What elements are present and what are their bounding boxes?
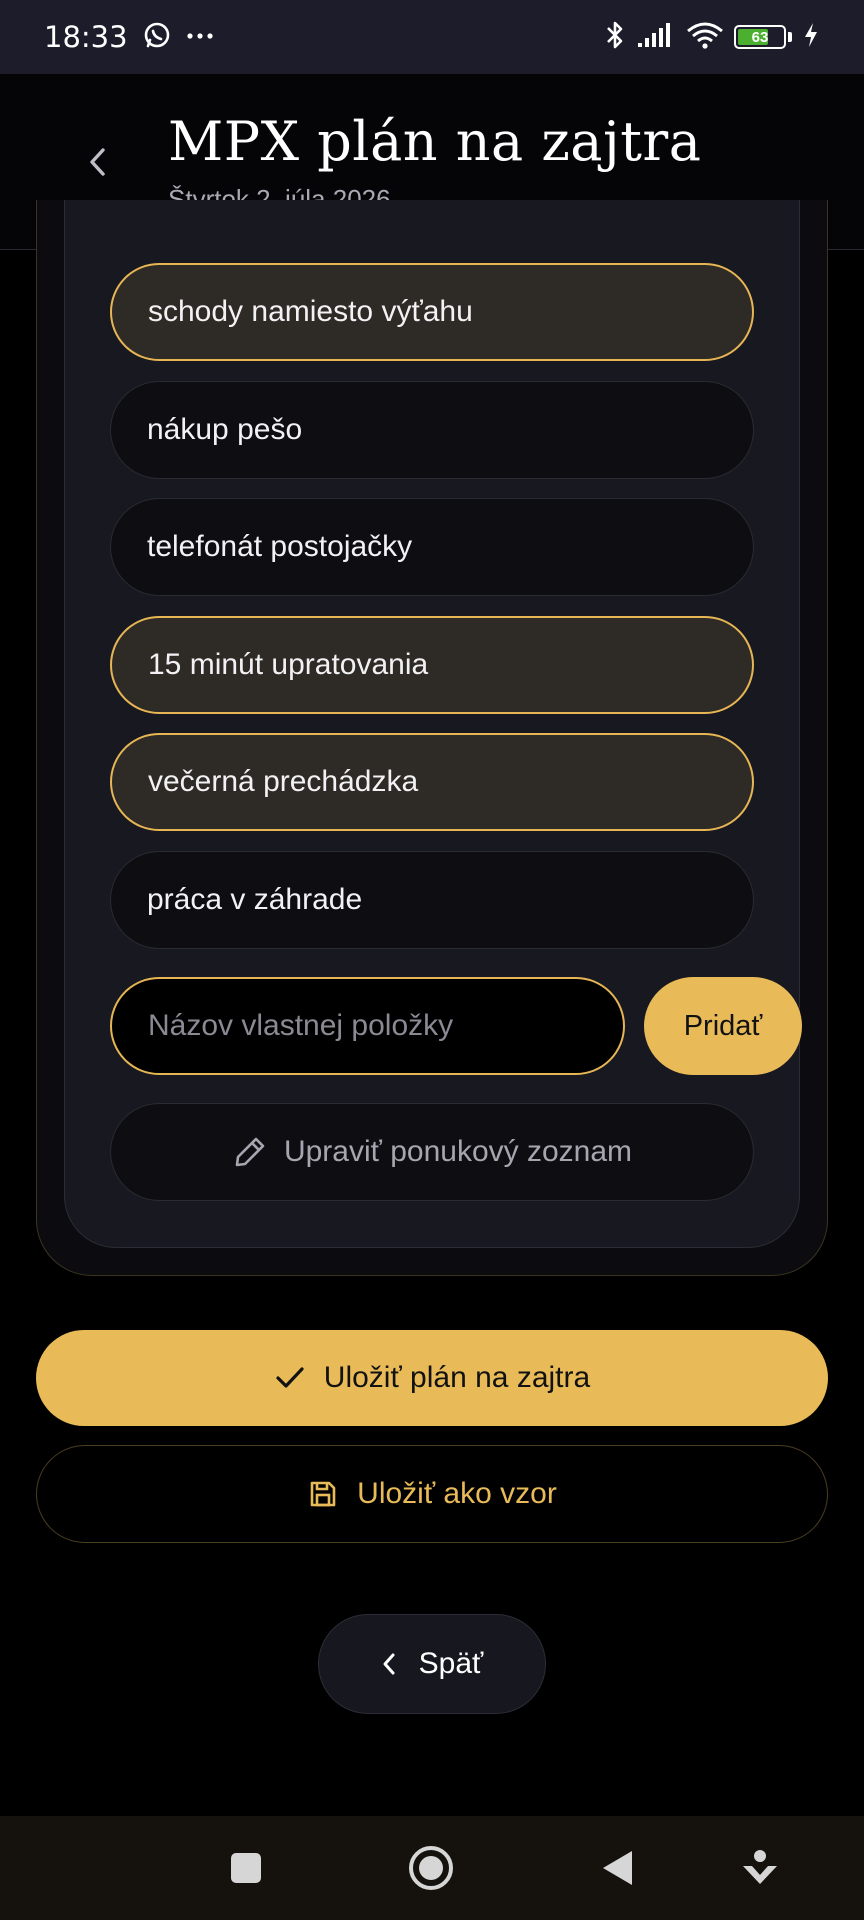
battery-level: 63 [751, 28, 769, 46]
add-button[interactable]: Pridať [644, 977, 802, 1075]
more-dots-icon [186, 28, 214, 46]
square-icon [231, 1853, 261, 1883]
floppy-disk-icon [310, 1481, 336, 1507]
custom-item-input[interactable] [110, 977, 625, 1075]
pencil-icon [235, 1137, 265, 1167]
back-button[interactable]: Späť [318, 1614, 546, 1714]
back-label: Späť [418, 1647, 484, 1680]
save-template-label: Uložiť ako vzor [357, 1477, 557, 1510]
recents-button[interactable] [220, 1842, 272, 1894]
charging-icon [802, 21, 820, 54]
wifi-icon [686, 20, 724, 55]
check-icon [276, 1367, 304, 1388]
status-bar: 18:33 63 [0, 0, 864, 74]
edit-list-label: Upraviť ponukový zoznam [283, 1135, 633, 1168]
option-label: práca v záhrade [147, 883, 363, 916]
save-template-button[interactable]: Uložiť ako vzor [36, 1445, 828, 1543]
option-label: večerná prechádzka [148, 765, 419, 798]
option-label: nákup pešo [147, 413, 303, 446]
bluetooth-icon [604, 19, 626, 56]
option-item[interactable]: práca v záhrade [110, 851, 754, 949]
download-arrow-icon [743, 1850, 777, 1884]
home-button[interactable] [405, 1842, 457, 1894]
status-time: 18:33 [44, 20, 128, 54]
chevron-left-icon [90, 148, 105, 176]
accessibility-button[interactable] [734, 1842, 786, 1894]
whatsapp-icon [142, 20, 172, 55]
option-item[interactable]: nákup pešo [110, 381, 754, 479]
save-plan-button[interactable]: Uložiť plán na zajtra [36, 1330, 828, 1426]
signal-icon [636, 21, 676, 54]
option-item[interactable]: večerná prechádzka [110, 733, 754, 831]
home-circle-icon [409, 1846, 453, 1890]
screen: 18:33 63 MPX plán na zajtra Štvrtok 2. j… [0, 0, 864, 1920]
page-title: MPX plán na zajtra [168, 110, 702, 173]
option-label: schody namiesto výťahu [148, 295, 473, 328]
option-item[interactable]: telefonát postojačky [110, 498, 754, 596]
option-item[interactable]: schody namiesto výťahu [110, 263, 754, 361]
back-nav-button[interactable] [592, 1842, 644, 1894]
battery-icon: 63 [734, 25, 792, 49]
option-item[interactable]: 15 minút upratovania [110, 616, 754, 714]
system-nav-bar [0, 1816, 864, 1920]
option-label: telefonát postojačky [147, 530, 413, 563]
add-button-label: Pridať [683, 1009, 763, 1042]
chevron-left-icon [383, 1653, 395, 1675]
triangle-back-icon [603, 1851, 632, 1885]
option-label: 15 minút upratovania [148, 648, 429, 681]
edit-list-button[interactable]: Upraviť ponukový zoznam [110, 1103, 754, 1201]
header-back-button[interactable] [80, 142, 114, 182]
save-plan-label: Uložiť plán na zajtra [323, 1361, 591, 1394]
